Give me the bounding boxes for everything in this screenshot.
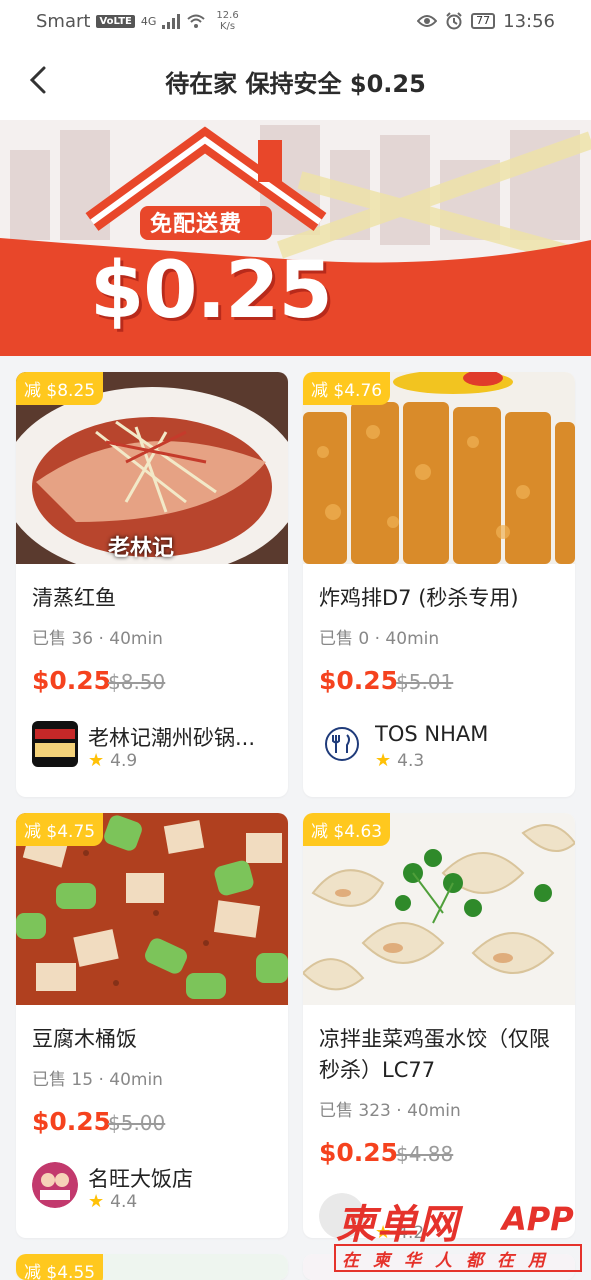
network-speed: 12.6 K/s (216, 10, 239, 32)
watermark-slogan: 在柬华人都在用 (342, 1251, 559, 1271)
watermark-logo: 柬单网 APP 在柬华人都在用 (330, 1190, 585, 1280)
product-card[interactable]: 老林记 减 $8.25 清蒸红鱼 已售 36 · 40min $0.25 $8.… (16, 372, 288, 797)
discount-badge: 减 $4.75 (16, 813, 104, 846)
volte-icon: VoLTE (96, 14, 135, 28)
banner-free-delivery: 免配送费 (150, 212, 243, 237)
watermark-app: APP (502, 1200, 574, 1238)
product-card[interactable]: 减 $4.55 (16, 1254, 288, 1280)
product-name: 豆腐木桶饭 (32, 1027, 137, 1051)
shop-name: 名旺大饭店 (88, 1167, 193, 1191)
product-sold-info: 已售 15 · 40min (32, 1070, 163, 1090)
wifi-icon (187, 14, 206, 28)
product-name: 炸鸡排D7 (秒杀专用) (319, 586, 519, 610)
product-price: $0.25 (319, 1138, 399, 1167)
product-original-price: $5.00 (108, 1111, 166, 1135)
shop-logo (32, 1162, 78, 1208)
eye-icon (417, 15, 438, 27)
product-original-price: $5.01 (396, 670, 454, 694)
shop-rating: ★ 4.9 (88, 750, 138, 771)
product-sold-info: 已售 323 · 40min (319, 1101, 461, 1121)
nav-header: 待在家 保持安全 $0.25 (0, 42, 591, 120)
product-card[interactable]: 减 $4.76 炸鸡排D7 (秒杀专用) 已售 0 · 40min $0.25 … (303, 372, 575, 797)
product-name: 凉拌韭菜鸡蛋水饺（仅限秒杀）LC77 (319, 1027, 550, 1082)
star-icon: ★ (375, 750, 392, 771)
shop-name: 老林记潮州砂锅... (88, 726, 256, 750)
banner-price: $0.25 (90, 246, 333, 336)
network-type: 4G (140, 14, 157, 28)
product-sold-info: 已售 36 · 40min (32, 629, 163, 649)
battery-icon: 77 (471, 13, 496, 29)
product-sold-info: 已售 0 · 40min (319, 629, 440, 649)
product-original-price: $8.50 (108, 670, 166, 694)
clock: 13:56 (503, 10, 555, 32)
carrier-label: Smart (36, 10, 91, 32)
discount-badge: 减 $8.25 (16, 372, 104, 405)
page-title: 待在家 保持安全 $0.25 (165, 69, 426, 98)
shop-rating: ★ 4.3 (375, 750, 425, 771)
star-icon: ★ (88, 1191, 105, 1212)
product-card[interactable]: 减 $4.63 凉拌韭菜鸡蛋水饺（仅限秒杀）LC77 已售 323 · 40mi… (303, 813, 575, 1238)
shop-logo (319, 721, 365, 767)
product-original-price: $4.88 (396, 1142, 454, 1166)
watermark-brand: 柬单网 (336, 1202, 459, 1248)
product-price: $0.25 (32, 666, 112, 695)
discount-badge: 减 $4.76 (303, 372, 391, 405)
shop-name: TOS NHAM (375, 722, 489, 746)
back-button[interactable] (20, 62, 56, 98)
product-name: 清蒸红鱼 (32, 586, 116, 610)
image-caption: 老林记 (108, 536, 175, 561)
chevron-left-icon (29, 66, 46, 94)
product-price: $0.25 (319, 666, 399, 695)
shop-rating: ★ 4.4 (88, 1191, 138, 1212)
alarm-icon (446, 12, 462, 30)
promo-banner[interactable]: 免配送费 $0.25 (0, 120, 591, 356)
signal-icon (162, 13, 181, 29)
product-card[interactable]: 减 $4.75 豆腐木桶饭 已售 15 · 40min $0.25 $5.00 … (16, 813, 288, 1238)
discount-badge: 减 $4.63 (303, 813, 391, 846)
product-price: $0.25 (32, 1107, 112, 1136)
status-bar: Smart VoLTE 4G 12.6 K/s 77 13:56 (0, 0, 591, 42)
star-icon: ★ (88, 750, 105, 771)
shop-logo (32, 721, 78, 767)
discount-badge: 减 $4.55 (16, 1254, 104, 1280)
